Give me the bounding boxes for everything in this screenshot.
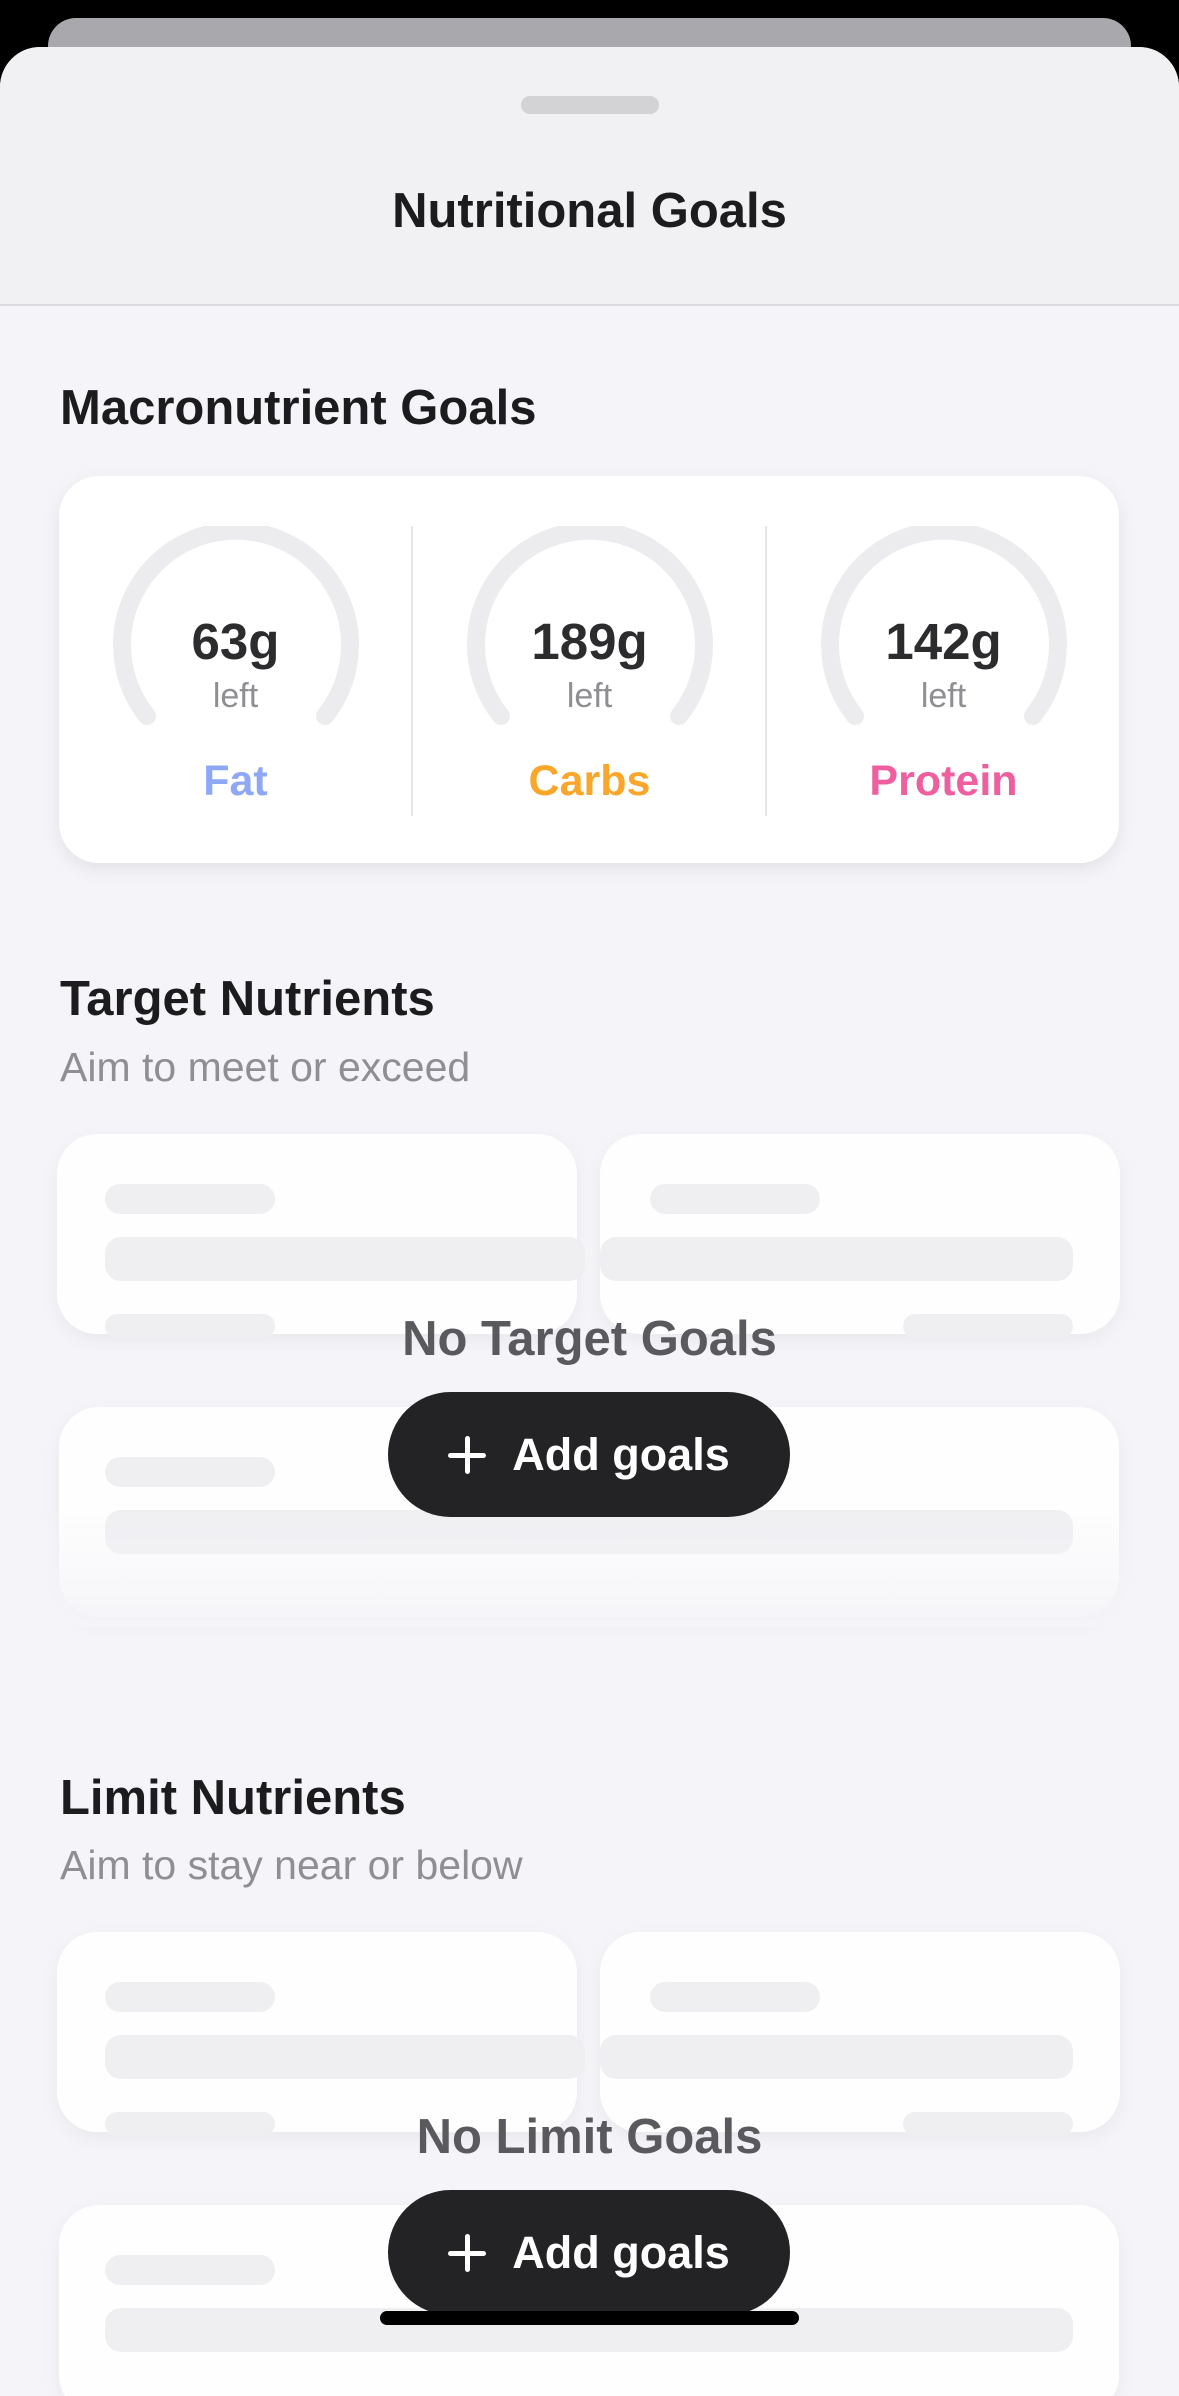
carbs-remaining-value: 189g: [531, 613, 648, 670]
placeholder-card: [600, 1134, 1120, 1338]
placeholder-bar: [105, 1457, 275, 1487]
placeholder-bar: [650, 1184, 820, 1214]
target-section-subtitle: Aim to meet or exceed: [60, 1044, 471, 1090]
add-limit-goals-button[interactable]: Add goals: [388, 2190, 790, 2315]
macro-goals-card[interactable]: 63g left Fat 189g left Carbs 142g left P…: [59, 476, 1119, 863]
fat-remaining-label: left: [212, 677, 259, 715]
sheet-grabber[interactable]: [521, 96, 659, 114]
add-limit-goals-label: Add goals: [512, 2226, 730, 2278]
macro-carbs[interactable]: 189g left Carbs: [413, 476, 766, 863]
fat-label: Fat: [203, 757, 268, 805]
macro-protein[interactable]: 142g left Protein: [767, 476, 1120, 863]
fat-remaining-value: 63g: [191, 613, 280, 670]
placeholder-bar: [105, 2255, 275, 2285]
carbs-remaining-label: left: [566, 677, 613, 715]
placeholder-bar: [105, 1184, 275, 1214]
target-empty-label: No Target Goals: [402, 1312, 777, 1366]
placeholder-card: [600, 1932, 1120, 2136]
target-section-title: Target Nutrients: [60, 972, 435, 1026]
placeholder-bar: [650, 1982, 820, 2012]
protein-label: Protein: [869, 757, 1018, 805]
carbs-label: Carbs: [528, 757, 651, 805]
add-target-goals-label: Add goals: [512, 1428, 730, 1480]
plus-icon: [448, 1435, 487, 1474]
placeholder-bar: [600, 2035, 1073, 2079]
plus-icon: [448, 2233, 487, 2272]
placeholder-card: [57, 1134, 585, 1338]
placeholder-bar: [105, 1237, 585, 1281]
limit-empty-label: No Limit Goals: [416, 2110, 763, 2164]
placeholder-bar: [105, 1982, 275, 2012]
macro-section-title: Macronutrient Goals: [60, 381, 537, 435]
placeholder-card: [57, 1932, 585, 2136]
sheet-title: Nutritional Goals: [392, 184, 787, 238]
placeholder-bar: [105, 2035, 585, 2079]
placeholder-fade: [0, 1507, 1179, 1627]
nutritional-goals-sheet: Nutritional Goals Macronutrient Goals 63…: [0, 47, 1179, 2396]
placeholder-bar: [600, 1237, 1073, 1281]
sheet-header: Nutritional Goals: [0, 47, 1179, 306]
protein-remaining-label: left: [920, 677, 967, 715]
add-target-goals-button[interactable]: Add goals: [388, 1392, 790, 1517]
limit-section-title: Limit Nutrients: [60, 1771, 406, 1825]
home-indicator: [380, 2311, 799, 2325]
limit-section-subtitle: Aim to stay near or below: [60, 1842, 523, 1888]
macro-fat[interactable]: 63g left Fat: [59, 476, 412, 863]
protein-remaining-value: 142g: [885, 613, 1002, 670]
